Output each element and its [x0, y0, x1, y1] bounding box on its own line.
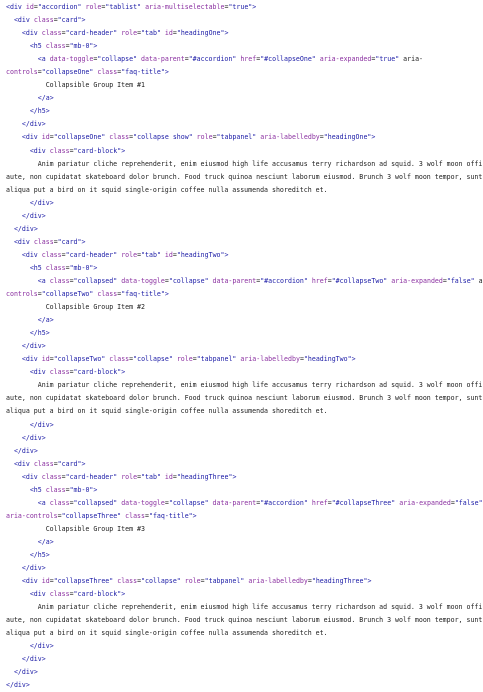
code-line: aute, non cupidatat skateboard dolor bru…	[6, 172, 483, 181]
code-line: <div id="collapseTwo" class="collapse" r…	[21, 355, 356, 364]
code-line: </div>	[29, 198, 54, 207]
source-code-view: <div id="accordion" role="tablist" aria-…	[0, 0, 483, 689]
code-line: </h5>	[29, 329, 50, 338]
code-line: <h5 class="mb-0">	[29, 42, 98, 51]
code-line: aliqua put a bird on it squid single-ori…	[6, 185, 328, 194]
code-line: Anim pariatur cliche reprehenderit, enim…	[6, 159, 483, 168]
code-line: <div class="card-block">	[29, 146, 126, 155]
code-line: aliqua put a bird on it squid single-ori…	[6, 629, 328, 638]
code-line: <div class="card-header" role="tab" id="…	[21, 250, 229, 259]
code-line: </div>	[21, 564, 46, 573]
code-line: <div class="card-block">	[29, 590, 126, 599]
code-line: Collapsible Group Item #2	[6, 303, 145, 312]
code-line: <a data-toggle="collapse" data-parent="#…	[37, 55, 424, 64]
code-line: aute, non cupidatat skateboard dolor bru…	[6, 616, 483, 625]
code-line: </div>	[29, 642, 54, 651]
code-line: <h5 class="mb-0">	[29, 485, 98, 494]
code-line: </a>	[37, 537, 54, 546]
code-line: </div>	[13, 446, 38, 455]
code-line: </div>	[21, 120, 46, 129]
code-line: </div>	[21, 342, 46, 351]
code-line: <a class="collapsed" data-toggle="collap…	[37, 498, 483, 507]
code-line: <div id="accordion" role="tablist" aria-…	[6, 3, 257, 11]
code-line: </div>	[21, 433, 46, 442]
code-line: <div class="card">	[13, 459, 86, 468]
code-line: </div>	[21, 655, 46, 664]
code-line: </h5>	[29, 107, 50, 116]
code-line: Collapsible Group Item #1	[6, 81, 145, 90]
code-line: </div>	[21, 211, 46, 220]
code-line: <div id="collapseThree" class="collapse"…	[21, 577, 372, 586]
code-line: Collapsible Group Item #3	[6, 524, 145, 533]
code-line: </a>	[37, 316, 54, 325]
code-line: controls="collapseOne" class="faq-title"…	[6, 68, 169, 77]
code-line: </h5>	[29, 550, 50, 559]
code-line: <h5 class="mb-0">	[29, 263, 98, 272]
code-line: </div>	[6, 681, 30, 690]
code-line: Anim pariatur cliche reprehenderit, enim…	[6, 603, 483, 612]
code-line: </div>	[29, 420, 54, 429]
code-line: <div class="card-header" role="tab" id="…	[21, 29, 229, 38]
code-line: </a>	[37, 94, 54, 103]
code-line: <div class="card-block">	[29, 368, 126, 377]
code-line: <div id="collapseOne" class="collapse sh…	[21, 133, 376, 142]
code-line: aria-controls="collapseThree" class="faq…	[6, 511, 197, 520]
code-line: aliqua put a bird on it squid single-ori…	[6, 407, 328, 416]
code-line: controls="collapseTwo" class="faq-title"…	[6, 290, 169, 299]
code-line: <div class="card">	[13, 237, 86, 246]
code-line: <div class="card">	[13, 16, 86, 25]
code-line: <div class="card-header" role="tab" id="…	[21, 472, 237, 481]
code-line: </div>	[13, 224, 38, 233]
code-line: Anim pariatur cliche reprehenderit, enim…	[6, 381, 483, 390]
code-line: <a class="collapsed" data-toggle="collap…	[37, 276, 483, 285]
code-line: </div>	[13, 668, 38, 677]
code-line: aute, non cupidatat skateboard dolor bru…	[6, 394, 483, 403]
